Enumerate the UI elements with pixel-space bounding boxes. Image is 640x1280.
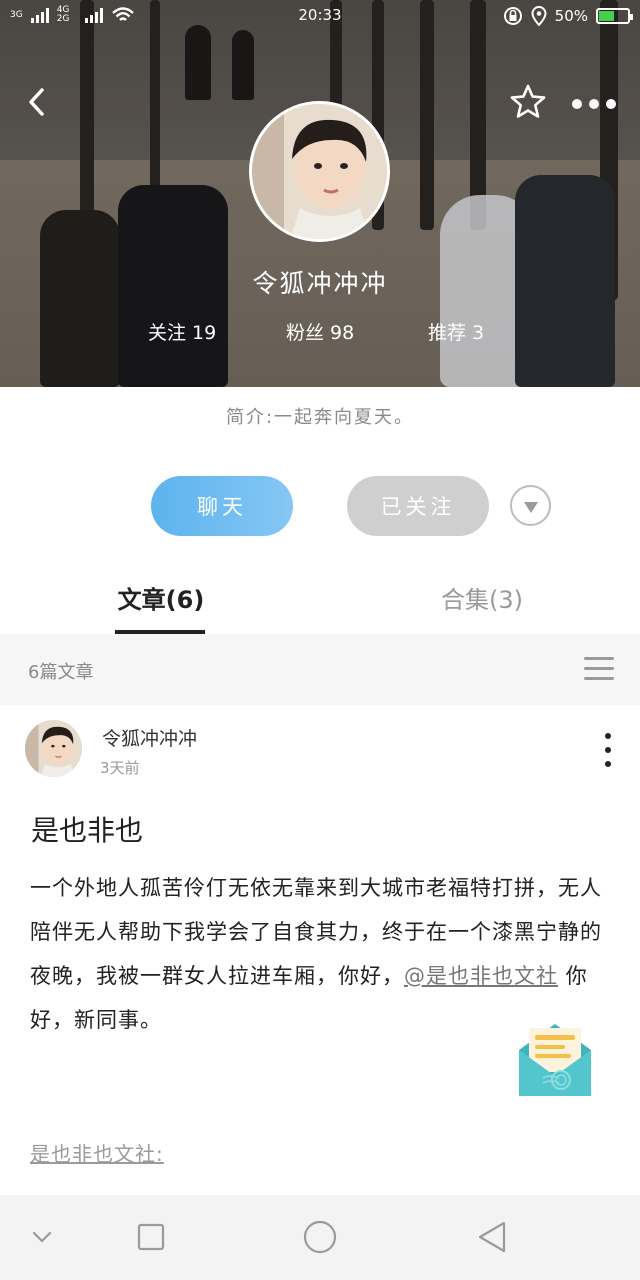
more-vertical-icon	[605, 761, 611, 767]
chevron-down-icon	[32, 1231, 52, 1243]
battery-percent: 50%	[554, 7, 588, 25]
battery-icon	[596, 8, 633, 24]
profile-nickname: 令狐冲冲冲	[252, 269, 388, 298]
profile-intro: 简介:一起奔向夏天。	[225, 407, 415, 428]
following-count[interactable]: 关注 19	[148, 318, 216, 345]
location-icon	[531, 6, 547, 26]
avatar-photo	[252, 104, 387, 239]
followed-button[interactable]: 已关注	[347, 476, 489, 536]
tab-articles[interactable]: 文章(6)	[115, 580, 207, 615]
nav-back-button[interactable]	[470, 1215, 514, 1259]
post-tag-link[interactable]: 是也非也文社:	[30, 1138, 164, 1167]
more-horizontal-icon	[589, 99, 599, 109]
article-count: 6篇文章	[28, 662, 94, 683]
nav-recents-button[interactable]	[129, 1215, 173, 1259]
tab-collections[interactable]: 合集(3)	[432, 580, 532, 615]
message-button[interactable]	[515, 1020, 595, 1100]
nav-hide-button[interactable]	[20, 1215, 64, 1259]
profile-avatar[interactable]	[249, 101, 390, 242]
star-outline-icon	[510, 84, 546, 118]
post-author-avatar[interactable]	[25, 720, 82, 777]
back-button[interactable]	[18, 82, 58, 122]
triangle-back-icon	[478, 1221, 506, 1253]
more-horizontal-icon	[606, 99, 616, 109]
hamburger-menu-icon[interactable]	[584, 657, 614, 681]
post-title[interactable]: 是也非也	[31, 809, 143, 849]
avatar-photo	[25, 720, 82, 777]
recommend-count[interactable]: 推荐 3	[428, 318, 484, 345]
nav-home-button[interactable]	[298, 1215, 342, 1259]
square-icon	[137, 1223, 165, 1251]
more-button[interactable]	[566, 90, 622, 118]
post-timestamp: 3天前	[100, 759, 140, 777]
post-author-name[interactable]: 令狐冲冲冲	[102, 724, 197, 751]
article-list-header: 6篇文章	[0, 634, 640, 705]
caret-down-icon[interactable]	[510, 485, 551, 526]
status-bar: 3G 4G 2G 20:33 50%	[0, 0, 640, 32]
circle-icon	[303, 1220, 337, 1254]
more-horizontal-icon	[572, 99, 582, 109]
favorite-button[interactable]	[508, 82, 548, 122]
more-vertical-icon	[605, 733, 611, 739]
followers-count[interactable]: 粉丝 98	[286, 318, 354, 345]
envelope-letter-icon	[519, 1024, 591, 1096]
profile-cover: 3G 4G 2G 20:33 50% 令狐冲冲冲 关注 19 粉丝 98 推荐 …	[0, 0, 640, 387]
system-navigation-bar	[0, 1195, 640, 1280]
chevron-left-icon	[29, 88, 44, 116]
chat-button[interactable]: 聊天	[151, 476, 293, 536]
more-vertical-icon	[605, 747, 611, 753]
post-mention-link[interactable]: @是也非也文社	[404, 964, 558, 988]
lock-rotation-icon	[503, 7, 522, 25]
post-more-button[interactable]	[596, 733, 620, 767]
post-body[interactable]: 一个外地人孤苦伶仃无依无靠来到大城市老福特打拼，无人陪伴无人帮助下我学会了自食其…	[30, 866, 610, 1042]
